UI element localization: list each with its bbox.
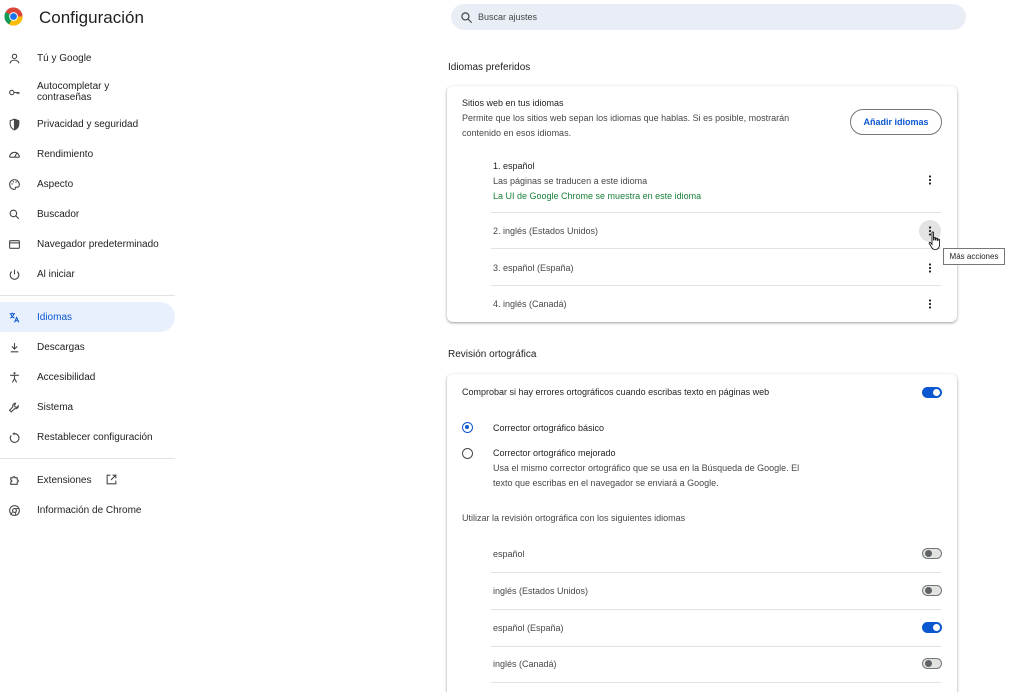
spellcheck-language-label: inglés (Estados Unidos) — [493, 586, 589, 596]
section-title-revision: Revisión ortográfica — [448, 349, 537, 360]
sidebar-item-restablecer[interactable]: Restablecer configuración — [0, 422, 175, 452]
sidebar-item-label: Tú y Google — [37, 52, 92, 64]
sidebar-item-rendimiento[interactable]: Rendimiento — [0, 139, 175, 169]
enhanced-spellcheck-radio[interactable] — [462, 448, 473, 459]
language-item-ui-note: La UI de Google Chrome se muestra en est… — [493, 191, 702, 201]
search-icon — [7, 207, 21, 221]
power-icon — [7, 267, 21, 281]
sidebar-item-descargas[interactable]: Descargas — [0, 332, 175, 362]
spellcheck-language-toggle[interactable] — [922, 658, 942, 669]
language-item-note: Las páginas se traducen a este idioma — [493, 176, 648, 186]
sidebar-item-label: Aspecto — [37, 178, 74, 190]
sidebar-item-al-iniciar[interactable]: Al iniciar — [0, 259, 175, 289]
basic-spellcheck-label: Corrector ortográfico básico — [493, 423, 605, 433]
enhanced-spellcheck-desc: Usa el mismo corrector ortográfico que s… — [493, 463, 800, 473]
sidebar-item-label: Privacidad y seguridad — [37, 118, 139, 130]
row-divider — [491, 646, 941, 647]
sidebar-item-label: Idiomas — [37, 311, 73, 323]
spellcheck-language-label: español — [493, 549, 525, 559]
more-vert-icon — [928, 175, 932, 185]
sidebar-item-accesibilidad[interactable]: Accesibilidad — [0, 362, 175, 392]
search-icon — [461, 11, 472, 23]
translate-icon — [7, 310, 21, 324]
enhanced-spellcheck-label: Corrector ortográfico mejorado — [493, 448, 616, 458]
hand-cursor-icon — [928, 231, 942, 251]
language-item-label: 4. inglés (Canadá) — [493, 299, 567, 309]
speedometer-icon — [7, 147, 21, 161]
spellcheck-main-toggle[interactable] — [922, 387, 942, 398]
sidebar-item-label: Autocompletar y contraseñas — [37, 81, 110, 103]
sidebar-item-label: Descargas — [37, 341, 85, 353]
language-item-label: 2. inglés (Estados Unidos) — [493, 226, 599, 236]
sidebar-item-sistema[interactable]: Sistema — [0, 392, 175, 422]
sidebar-item-extensiones[interactable]: Extensiones — [0, 465, 175, 495]
accessibility-icon — [7, 370, 21, 384]
puzzle-icon — [7, 473, 21, 487]
sidebar-item-aspecto[interactable]: Aspecto — [0, 169, 175, 199]
more-vert-icon — [928, 299, 932, 309]
card-description: Permite que los sitios web sepan los idi… — [462, 113, 790, 123]
download-icon — [7, 340, 21, 354]
more-actions-button[interactable] — [919, 169, 941, 191]
shield-icon — [7, 117, 21, 131]
languages-card: Sitios web en tus idiomas Permite que lo… — [447, 86, 957, 322]
row-divider — [491, 572, 941, 573]
card-description-cont: contenido en esos idiomas. — [462, 128, 572, 138]
enhanced-spellcheck-desc-cont: texto que escribas en el navegador se en… — [493, 478, 719, 488]
sidebar-divider — [0, 458, 175, 459]
browser-icon — [7, 237, 21, 251]
spellcheck-language-toggle[interactable] — [922, 548, 942, 559]
more-actions-button[interactable] — [919, 257, 941, 279]
sidebar-item-privacidad[interactable]: Privacidad y seguridad — [0, 109, 175, 139]
external-link-icon — [105, 473, 118, 486]
sidebar-item-idiomas[interactable]: Idiomas — [0, 302, 175, 332]
sidebar-item-label: Información de Chrome — [37, 504, 142, 516]
search-box[interactable] — [451, 4, 966, 30]
chrome-logo-icon — [4, 7, 23, 26]
row-divider — [491, 248, 941, 249]
row-divider — [491, 212, 941, 213]
tooltip: Más acciones — [943, 248, 1005, 265]
more-actions-button[interactable] — [919, 293, 941, 315]
sidebar-item-label: Extensiones — [37, 474, 92, 486]
key-icon — [7, 85, 21, 99]
sidebar-item-label: Sistema — [37, 401, 74, 413]
more-vert-icon — [928, 263, 932, 273]
sidebar-item-label: Rendimiento — [37, 148, 94, 160]
search-input[interactable] — [478, 12, 938, 22]
sidebar-item-autocompletar[interactable]: Autocompletar y contraseñas — [0, 77, 175, 107]
spellcheck-languages-heading: Utilizar la revisión ortográfica con los… — [462, 513, 686, 523]
sidebar-item-tu-y-google[interactable]: Tú y Google — [0, 43, 175, 73]
add-languages-button[interactable]: Añadir idiomas — [850, 109, 942, 135]
sidebar-divider — [0, 295, 175, 296]
spellcheck-card: Comprobar si hay errores ortográficos cu… — [447, 374, 957, 692]
page-title: Configuración — [39, 8, 144, 27]
sidebar-item-label: Buscador — [37, 208, 80, 220]
chrome-icon — [7, 503, 21, 517]
sidebar-item-informacion-chrome[interactable]: Información de Chrome — [0, 495, 175, 525]
restore-icon — [7, 430, 21, 444]
spellcheck-main-label: Comprobar si hay errores ortográficos cu… — [462, 387, 770, 397]
sidebar-item-label: Navegador predeterminado — [37, 238, 159, 250]
row-divider — [491, 682, 941, 683]
person-icon — [7, 51, 21, 65]
language-item-label: 3. español (España) — [493, 263, 574, 273]
sidebar-item-label: Al iniciar — [37, 268, 75, 280]
sidebar-item-label: Accesibilidad — [37, 371, 96, 383]
sidebar-item-navegador-predeterminado[interactable]: Navegador predeterminado — [0, 229, 175, 259]
row-divider — [491, 609, 941, 610]
sidebar-item-buscador[interactable]: Buscador — [0, 199, 175, 229]
spellcheck-language-toggle[interactable] — [922, 585, 942, 596]
section-title-idiomas: Idiomas preferidos — [448, 62, 531, 73]
language-item-label: 1. español — [493, 161, 535, 171]
wrench-icon — [7, 400, 21, 414]
row-divider — [491, 285, 941, 286]
sidebar-item-label: Restablecer configuración — [37, 431, 153, 443]
spellcheck-language-toggle[interactable] — [922, 622, 942, 633]
spellcheck-language-label: inglés (Canadá) — [493, 659, 557, 669]
palette-icon — [7, 177, 21, 191]
basic-spellcheck-radio[interactable] — [462, 422, 473, 433]
spellcheck-language-label: español (España) — [493, 623, 564, 633]
card-title: Sitios web en tus idiomas — [462, 98, 564, 108]
